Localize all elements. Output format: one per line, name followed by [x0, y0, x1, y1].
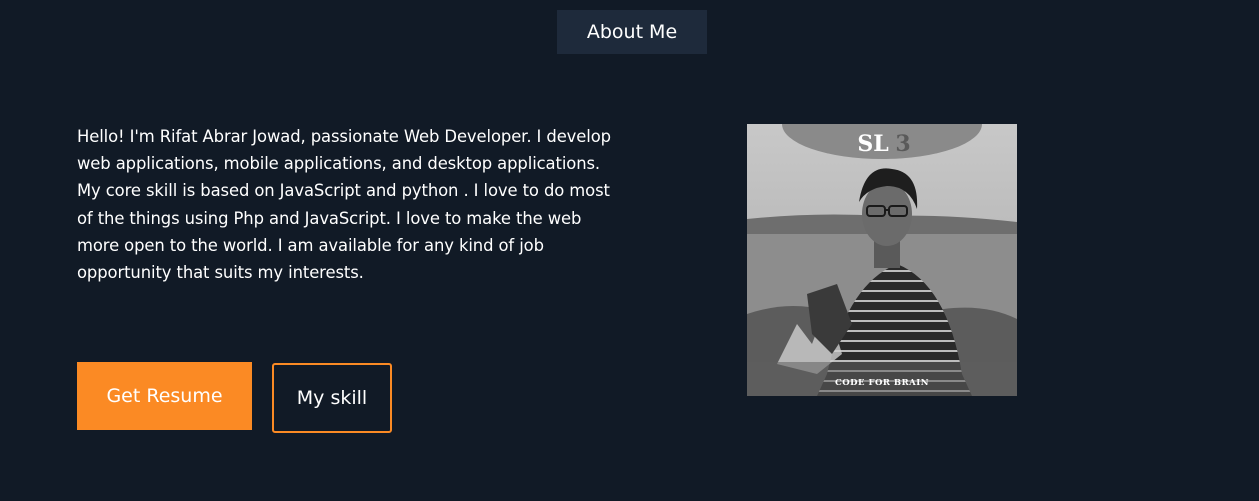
photo-badge-number: 3	[895, 131, 910, 157]
get-resume-button[interactable]: Get Resume	[77, 362, 252, 430]
photo-caption: CODE FOR BRAIN	[835, 378, 929, 388]
profile-photo: SL 3 CODE FOR BRAIN	[747, 124, 1017, 396]
my-skill-button[interactable]: My skill	[272, 363, 392, 433]
section-title: About Me	[557, 10, 707, 54]
about-description: Hello! I'm Rifat Abrar Jowad, passionate…	[77, 127, 611, 283]
section-title-text: About Me	[586, 21, 678, 43]
photo-badge-text: SL	[857, 131, 888, 157]
